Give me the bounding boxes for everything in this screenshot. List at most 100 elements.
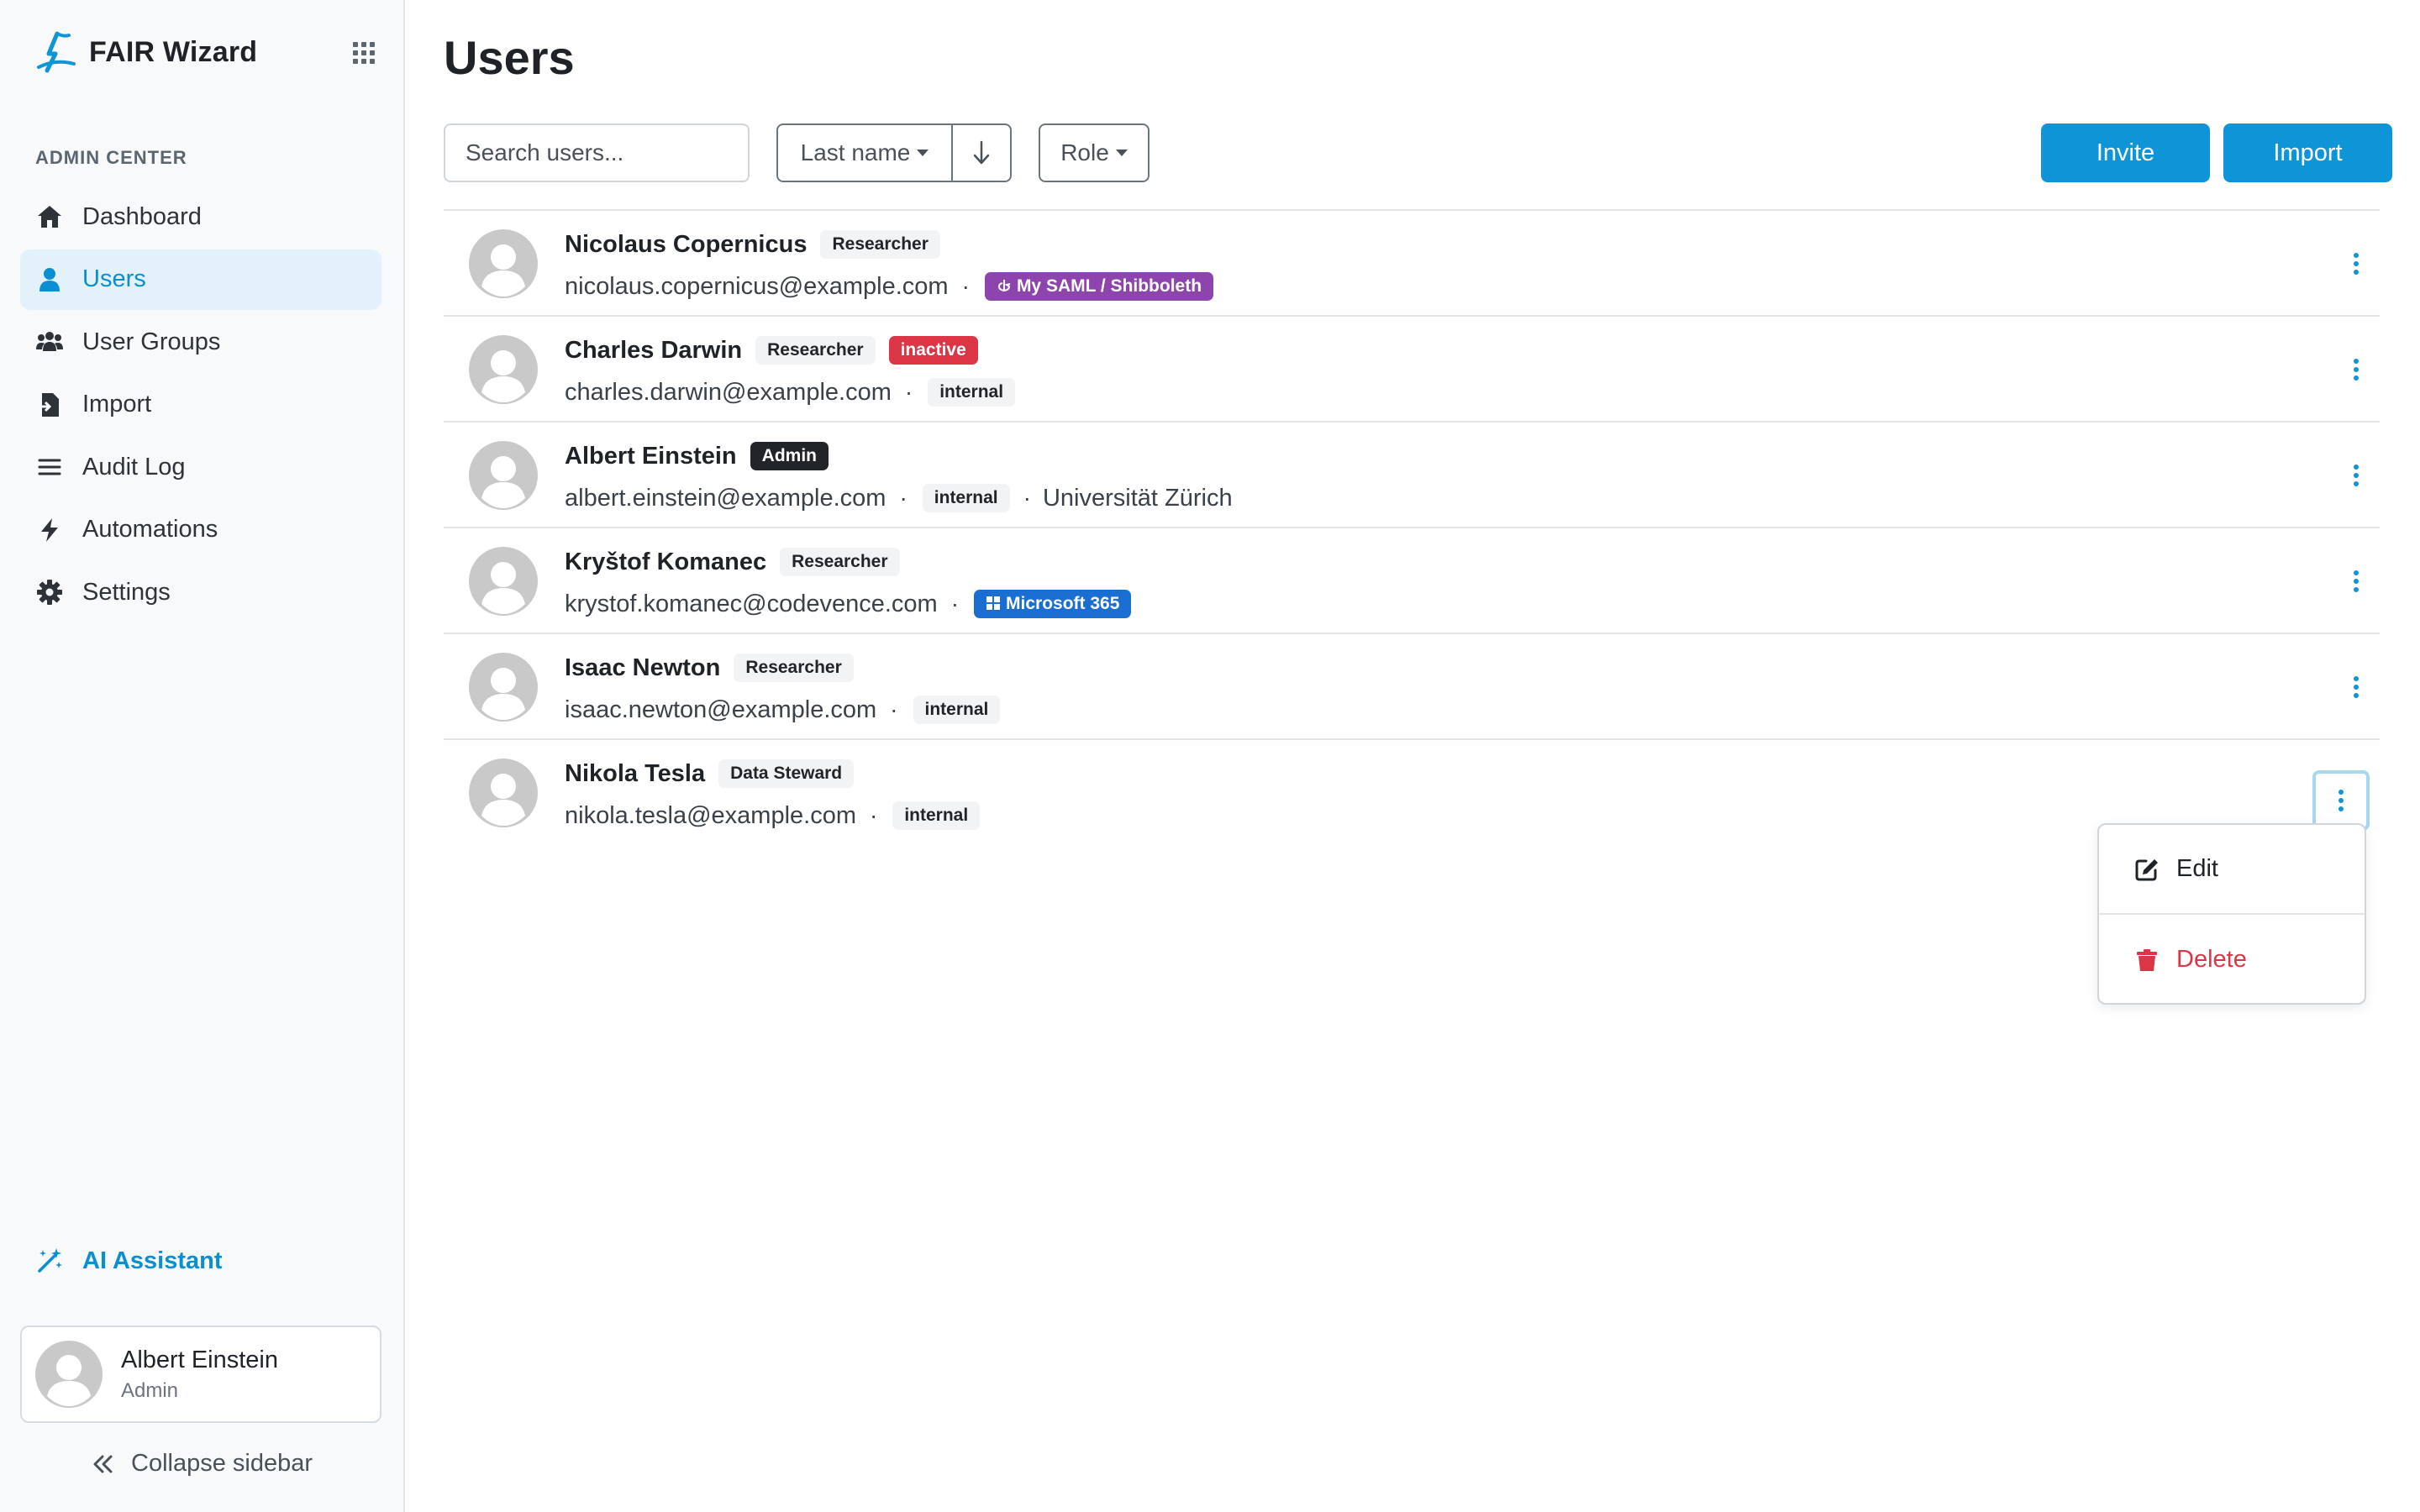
windows-icon (986, 596, 1001, 610)
user-name[interactable]: Isaac Newton (565, 654, 720, 682)
list-item: Isaac Newton Researcher isaac.newton@exa… (444, 634, 2380, 740)
separator: · (950, 591, 960, 617)
users-icon (36, 332, 63, 351)
sidebar-item-import[interactable]: Import (20, 375, 381, 435)
source-badge: internal (928, 378, 1016, 407)
app-name: FAIR Wizard (89, 35, 258, 68)
sidebar-item-label: Audit Log (82, 453, 186, 480)
toolbar: Last name Role Invite Import (444, 123, 2392, 182)
sidebar-item-audit-log[interactable]: Audit Log (20, 437, 381, 497)
avatar (469, 547, 538, 616)
section-title: ADMIN CENTER (35, 147, 187, 168)
sidebar-nav: Dashboard Users User Groups Import Audit… (20, 186, 381, 625)
home-icon (38, 206, 61, 228)
user-affiliation: Universität Zürich (1042, 484, 1233, 512)
arrow-down-icon (973, 140, 990, 165)
sidebar: FAIR Wizard ADMIN CENTER Dashboard Users… (0, 0, 405, 1512)
avatar (469, 335, 538, 404)
kebab-menu-icon (2354, 465, 2359, 486)
sidebar-item-automations[interactable]: Automations (20, 500, 381, 560)
role-filter-label: Role (1060, 139, 1109, 165)
separator: · (1023, 485, 1031, 511)
collapse-sidebar-label: Collapse sidebar (131, 1450, 313, 1477)
list-item: Nicolaus Copernicus Researcher nicolaus.… (444, 211, 2380, 317)
list-icon (38, 459, 61, 475)
user-name[interactable]: Nikola Tesla (565, 760, 705, 788)
kebab-menu-icon (2338, 790, 2344, 811)
sidebar-item-label: Users (82, 265, 146, 292)
list-item: Nikola Tesla Data Steward nikola.tesla@e… (444, 740, 2380, 846)
source-badge: My SAML / Shibboleth (984, 272, 1214, 301)
delete-menu-item[interactable]: Delete (2099, 915, 2365, 1005)
row-actions-button[interactable] (2341, 562, 2371, 601)
apps-grid-icon[interactable] (351, 40, 376, 66)
list-item: Kryštof Komanec Researcher krystof.koman… (444, 528, 2380, 634)
role-badge: Data Steward (718, 759, 855, 788)
trash-icon (2137, 948, 2157, 971)
source-badge: Microsoft 365 (974, 590, 1132, 618)
user-name[interactable]: Charles Darwin (565, 337, 742, 365)
sidebar-item-user-groups[interactable]: User Groups (20, 312, 381, 372)
gear-icon (37, 580, 62, 605)
collapse-sidebar-button[interactable]: Collapse sidebar (91, 1450, 313, 1478)
user-icon (39, 267, 60, 291)
source-badge: internal (892, 801, 981, 830)
user-list: Nicolaus Copernicus Researcher nicolaus.… (444, 209, 2380, 846)
row-actions-button[interactable] (2341, 244, 2371, 283)
user-name[interactable]: Albert Einstein (565, 443, 737, 470)
double-chevron-left-icon (93, 1455, 113, 1473)
sidebar-item-label: Settings (82, 578, 171, 606)
source-label: My SAML / Shibboleth (1016, 276, 1202, 296)
role-badge: Researcher (734, 654, 854, 682)
sort-field-label: Last name (800, 139, 911, 165)
sort-field-dropdown[interactable]: Last name (778, 125, 953, 181)
avatar (469, 653, 538, 722)
ai-assistant-label: AI Assistant (82, 1247, 223, 1274)
role-filter-dropdown[interactable]: Role (1039, 123, 1150, 182)
list-item: Charles Darwin Researcher inactive charl… (444, 317, 2380, 423)
caret-down-icon (917, 150, 929, 156)
row-actions-button[interactable] (2341, 456, 2371, 495)
row-actions-dropdown: Edit Delete (2097, 823, 2366, 1005)
user-email: nikola.tesla@example.com (565, 801, 856, 829)
separator: · (904, 379, 913, 405)
avatar (35, 1341, 103, 1408)
user-email: albert.einstein@example.com (565, 484, 886, 512)
separator: · (899, 485, 908, 511)
sidebar-item-users[interactable]: Users (20, 249, 381, 310)
row-actions-button[interactable] (2341, 350, 2371, 389)
sort-direction-button[interactable] (953, 125, 1010, 181)
bolt-icon (41, 517, 58, 542)
ai-assistant-link[interactable]: AI Assistant (35, 1247, 223, 1275)
user-email: charles.darwin@example.com (565, 378, 892, 406)
edit-menu-item[interactable]: Edit (2099, 825, 2365, 915)
user-name[interactable]: Nicolaus Copernicus (565, 231, 807, 259)
avatar (469, 441, 538, 510)
page-title: Users (444, 31, 575, 84)
sidebar-item-label: User Groups (82, 328, 221, 355)
row-actions-button[interactable] (2341, 668, 2371, 706)
openid-icon (997, 280, 1011, 291)
sidebar-item-settings[interactable]: Settings (20, 562, 381, 622)
profile-name: Albert Einstein (121, 1346, 278, 1373)
separator: · (961, 273, 970, 299)
invite-button[interactable]: Invite (2041, 123, 2210, 182)
brand[interactable]: FAIR Wizard (32, 29, 257, 76)
separator: · (869, 802, 878, 828)
user-email: krystof.komanec@codevence.com (565, 590, 938, 617)
profile-role: Admin (121, 1378, 179, 1402)
row-actions-button[interactable] (2312, 770, 2370, 831)
profile-menu[interactable]: Albert Einstein Admin (20, 1326, 381, 1423)
role-badge: Researcher (755, 336, 876, 365)
sidebar-item-dashboard[interactable]: Dashboard (20, 186, 381, 247)
source-badge: internal (922, 484, 1010, 512)
avatar (469, 229, 538, 298)
caret-down-icon (1115, 150, 1128, 156)
list-item: Albert Einstein Admin albert.einstein@ex… (444, 423, 2380, 528)
search-input[interactable] (444, 123, 750, 182)
import-button[interactable]: Import (2223, 123, 2392, 182)
user-name[interactable]: Kryštof Komanec (565, 549, 766, 576)
kebab-menu-icon (2354, 570, 2359, 592)
kebab-menu-icon (2354, 676, 2359, 698)
edit-icon (2135, 858, 2158, 880)
